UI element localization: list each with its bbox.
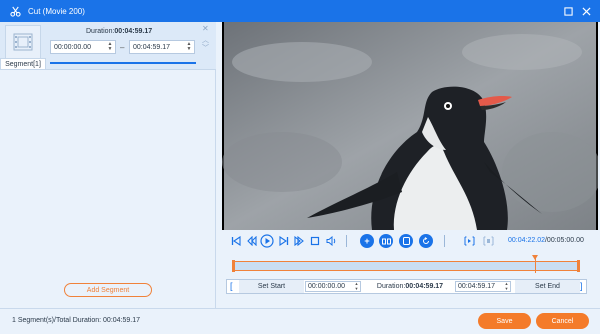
go-to-start-icon[interactable] xyxy=(230,235,242,247)
title-bar: Cut (Movie 200) xyxy=(0,0,600,22)
total-time: /00:05:00.00 xyxy=(544,237,584,244)
video-preview xyxy=(222,22,598,230)
segment-range-bar xyxy=(50,62,196,64)
delete-segment-icon[interactable]: ✕ xyxy=(202,24,209,33)
set-duration: Duration: 00:04:59.17 xyxy=(376,283,444,290)
cut-timeline[interactable] xyxy=(229,255,583,273)
go-to-end-icon[interactable] xyxy=(293,235,305,247)
split-icon[interactable] xyxy=(379,234,393,248)
control-divider xyxy=(346,235,347,247)
set-start-button[interactable]: Set Start xyxy=(239,280,304,293)
playhead-marker-icon[interactable] xyxy=(532,255,539,260)
playback-controls: + 00:04:22.02/00:05:00.00 xyxy=(222,232,598,252)
time-readout: 00:04:22.02/00:05:00.00 xyxy=(508,237,584,244)
mark-in-icon[interactable] xyxy=(463,235,475,247)
segment-card[interactable]: Segment[1] Duration:00:04:59.17 00:00:00… xyxy=(0,22,216,70)
footer: 1 Segment(s)/Total Duration: 00:04:59.17… xyxy=(0,308,600,334)
move-down-icon[interactable]: ﹀ xyxy=(202,43,209,53)
mark-out-icon[interactable] xyxy=(482,235,494,247)
time-separator: – xyxy=(120,43,125,52)
spin-arrows-icon[interactable]: ▲ ▼ xyxy=(107,42,113,52)
spin-arrows-icon[interactable]: ▲ ▼ xyxy=(504,282,509,291)
start-handle[interactable] xyxy=(232,260,235,272)
current-time: 00:04:22.02 xyxy=(508,237,545,244)
add-segment-button[interactable]: Add Segment xyxy=(64,283,152,297)
segment-end-field[interactable]: 00:04:59.17 ▲ ▼ xyxy=(129,40,195,54)
step-back-icon[interactable] xyxy=(246,235,258,247)
stop-icon[interactable] xyxy=(309,235,321,247)
maximize-icon[interactable] xyxy=(561,4,575,18)
cancel-button[interactable]: Cancel xyxy=(536,313,589,329)
set-start-time-field[interactable]: 00:00:00.00 ▲ ▼ xyxy=(305,281,361,292)
control-divider xyxy=(444,235,445,247)
segment-panel: Segment[1] Duration:00:04:59.17 00:00:00… xyxy=(0,22,216,308)
copy-icon[interactable] xyxy=(399,234,413,248)
cut-window: Cut (Movie 200) Segment[1] Duration:00:0… xyxy=(0,0,600,334)
set-range-bar: [ Set Start 00:00:00.00 ▲ ▼ Duration: 00:0… xyxy=(226,279,587,294)
film-strip-icon xyxy=(5,25,41,59)
segment-label: Segment[1] xyxy=(0,58,46,70)
step-forward-icon[interactable] xyxy=(278,235,290,247)
timeline-selection xyxy=(233,261,579,271)
play-icon[interactable] xyxy=(260,234,274,248)
set-end-time-field[interactable]: 00:04:59.17 ▲ ▼ xyxy=(455,281,511,292)
segment-duration: Duration:00:04:59.17 xyxy=(86,28,153,35)
spin-arrows-icon[interactable]: ▲ ▼ xyxy=(354,282,359,291)
reset-icon[interactable] xyxy=(419,234,433,248)
set-end-button[interactable]: Set End xyxy=(515,280,580,293)
add-icon[interactable]: + xyxy=(360,234,374,248)
volume-icon[interactable] xyxy=(325,235,337,247)
scissors-icon xyxy=(8,4,22,18)
bracket-right: ] xyxy=(580,281,583,291)
close-icon[interactable] xyxy=(579,4,593,18)
segment-start-field[interactable]: 00:00:00.00 ▲ ▼ xyxy=(50,40,116,54)
total-duration-status: 1 Segment(s)/Total Duration: 00:04:59.17 xyxy=(12,317,141,324)
save-button[interactable]: Save xyxy=(478,313,531,329)
end-handle[interactable] xyxy=(577,260,580,272)
window-title: Cut (Movie 200) xyxy=(28,6,85,16)
bracket-left: [ xyxy=(230,281,233,291)
spin-arrows-icon[interactable]: ▲ ▼ xyxy=(186,42,192,52)
